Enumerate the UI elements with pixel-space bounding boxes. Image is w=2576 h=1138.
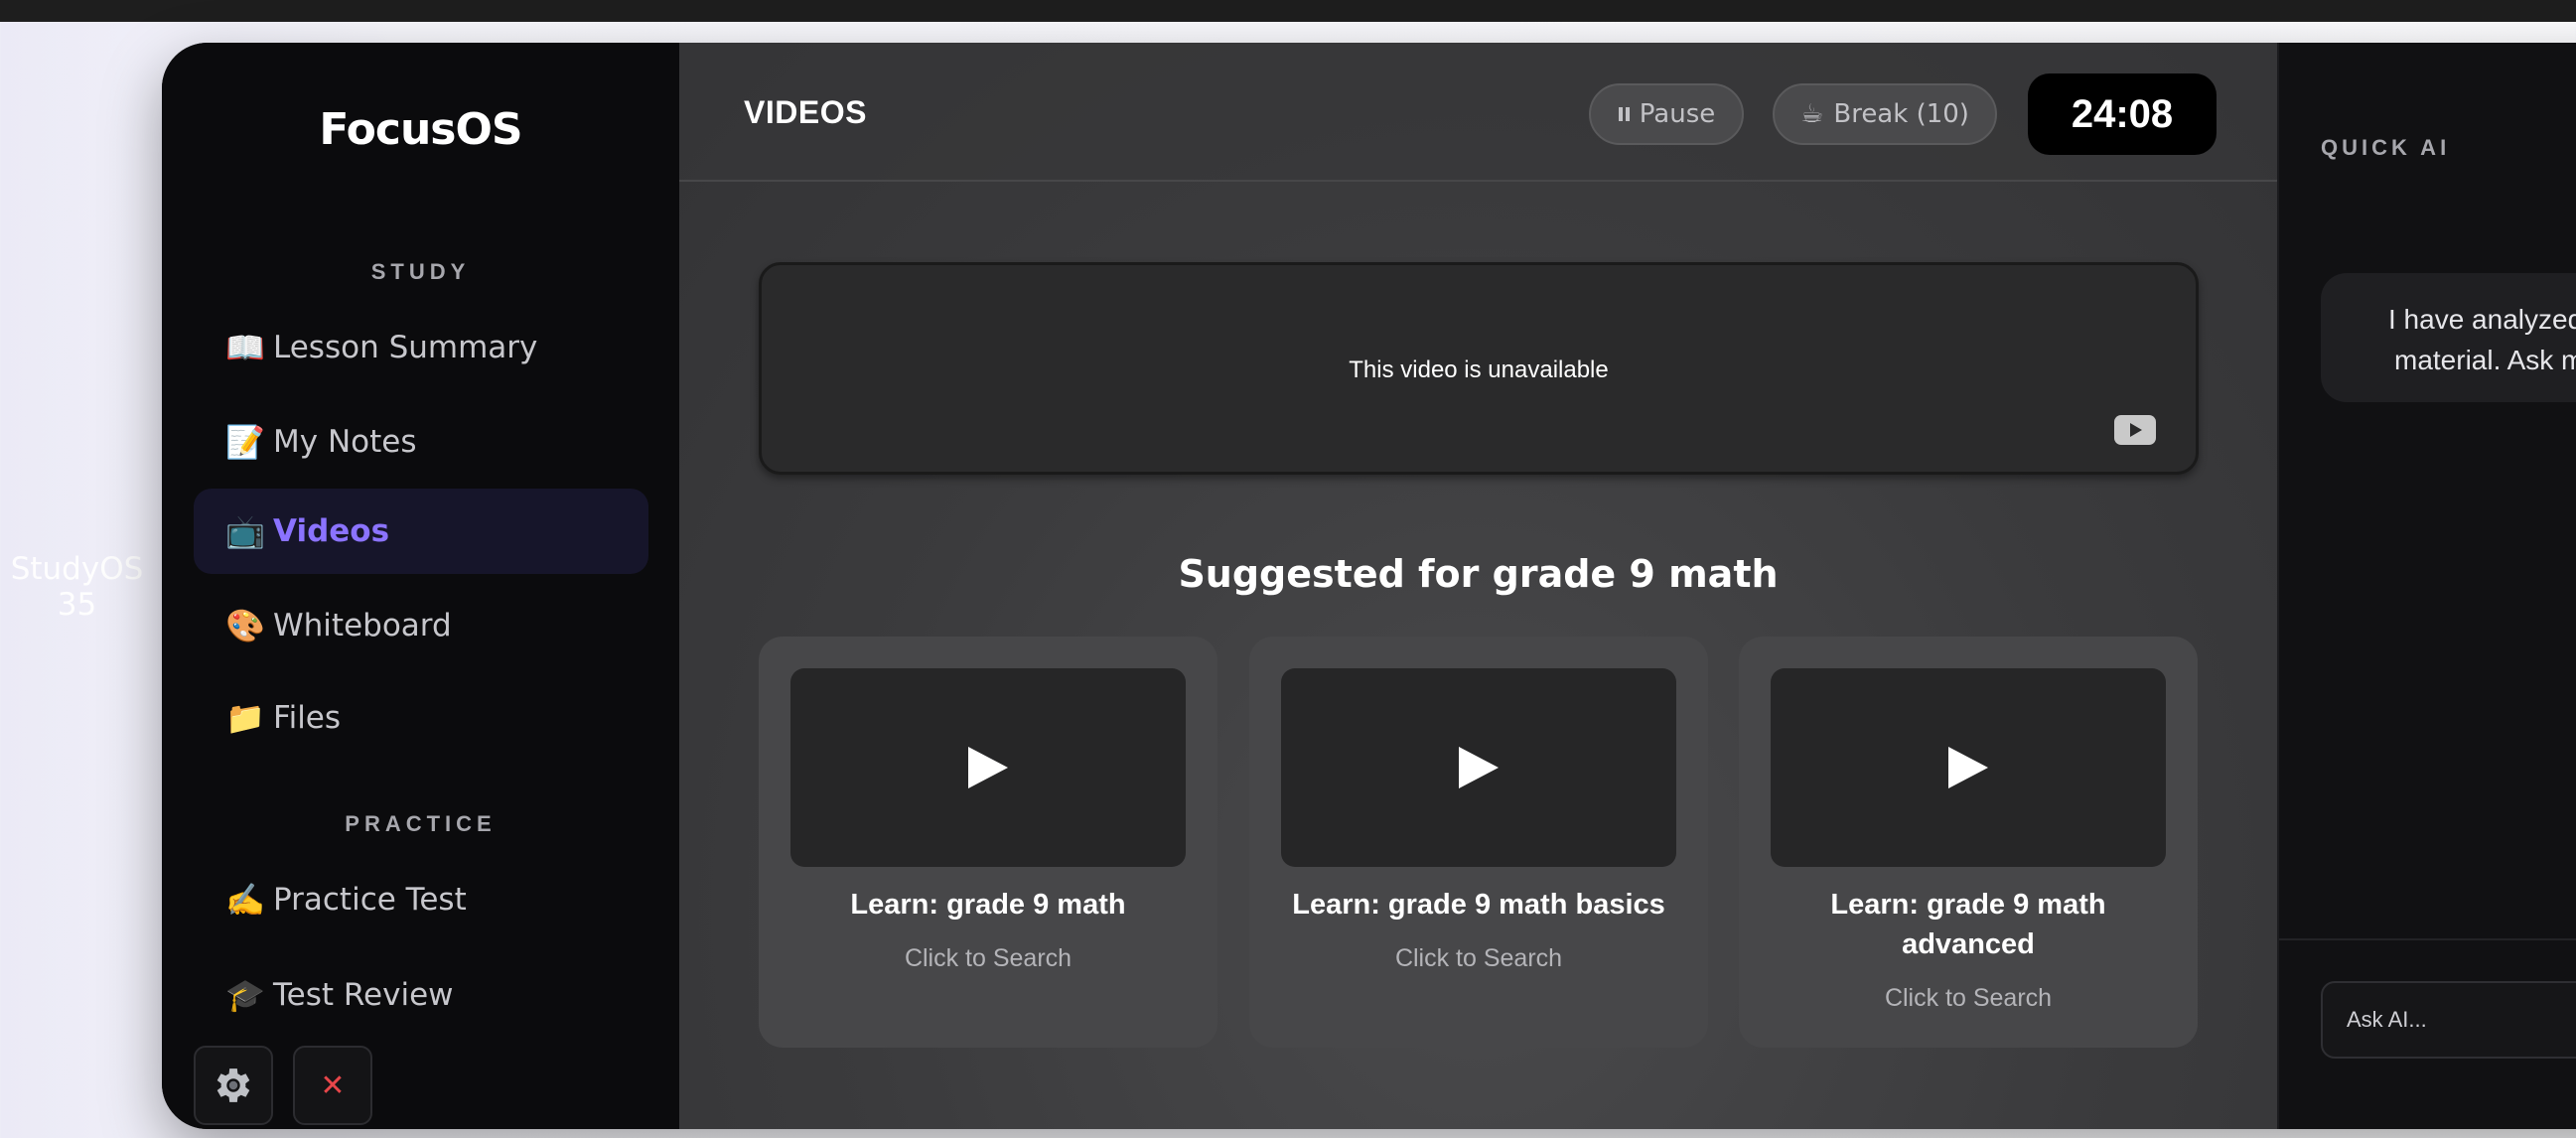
pause-icon [1618,107,1630,121]
palette-icon: 🎨 [225,607,265,644]
ai-message-bubble: I have analyzed material. Ask m [2321,273,2576,402]
sidebar-item-files[interactable]: 📁 Files [194,675,648,761]
video-unavailable-message: This video is unavailable [1349,356,1609,383]
settings-button[interactable] [194,1046,273,1125]
ask-ai-input[interactable] [2321,981,2576,1059]
app-window: FocusOS STUDY 📖 Lesson Summary 📝 My Note… [162,43,2576,1129]
background-label-line1: StudyOS [10,551,144,587]
sidebar-item-videos[interactable]: 📺 Videos [194,489,648,574]
section-label-practice: PRACTICE [345,811,497,836]
youtube-icon [2114,415,2156,445]
sidebar-item-label: Test Review [273,977,454,1013]
break-button[interactable]: ☕ Break (10) [1773,83,1997,145]
video-thumbnail[interactable] [1281,668,1676,867]
sidebar-item-practice-test[interactable]: ✍️ Practice Test [194,857,648,942]
page-title: VIDEOS [744,94,867,130]
folder-icon: 📁 [225,699,265,737]
play-icon [1459,747,1499,788]
sidebar-item-label: Practice Test [273,882,467,918]
ai-message-line2: material. Ask m [2394,345,2576,375]
gear-icon [216,1068,250,1102]
card-title: Learn: grade 9 math [850,889,1126,921]
video-thumbnail[interactable] [790,668,1186,867]
ai-message-line1: I have analyzed [2388,304,2576,335]
suggested-video-card[interactable]: Learn: grade 9 math advanced Click to Se… [1739,637,2198,1048]
video-thumbnail[interactable] [1771,668,2166,867]
card-subtitle: Click to Search [904,944,1073,972]
sidebar-item-whiteboard[interactable]: 🎨 Whiteboard [194,583,648,668]
card-subtitle: Click to Search [1884,984,2053,1012]
sidebar-item-lesson-summary[interactable]: 📖 Lesson Summary [194,305,648,390]
pause-label: Pause [1639,99,1716,129]
sidebar-item-label: Videos [273,513,390,549]
system-top-bar [0,0,2576,22]
section-label-study: STUDY [370,259,471,284]
writing-hand-icon: ✍️ [225,881,265,919]
suggested-video-card[interactable]: Learn: grade 9 math basics Click to Sear… [1249,637,1708,1048]
sidebar-item-test-review[interactable]: 🎓 Test Review [194,952,648,1038]
main-header: VIDEOS Pause ☕ Break (10) 24:08 [679,43,2277,182]
play-icon [1948,747,1988,788]
sidebar-item-label: Lesson Summary [273,330,538,365]
tv-icon: 📺 [225,512,265,550]
app-logo: FocusOS [319,104,522,155]
play-icon [968,747,1008,788]
suggested-video-card[interactable]: Learn: grade 9 math Click to Search [759,637,1217,1048]
break-label: Break (10) [1833,99,1969,129]
focus-timer: 24:08 [2028,73,2217,155]
book-icon: 📖 [225,329,265,366]
memo-icon: 📝 [225,423,265,461]
quick-ai-label: QUICK AI [2321,135,2451,160]
sidebar-item-label: Whiteboard [273,608,452,643]
main-content: VIDEOS Pause ☕ Break (10) 24:08 This vid… [679,43,2277,1129]
coffee-icon: ☕ [1800,99,1824,129]
quick-ai-panel: QUICK AI I have analyzed material. Ask m [2277,43,2576,1129]
panel-divider [2279,938,2576,940]
card-title: Learn: grade 9 math basics [1292,889,1665,921]
video-player[interactable]: This video is unavailable [759,262,2199,475]
suggestions-title: Suggested for grade 9 math [1178,552,1779,596]
card-title: Learn: grade 9 math advanced [1830,889,2106,960]
sidebar-item-my-notes[interactable]: 📝 My Notes [194,399,648,485]
background-label-line2: 35 [57,587,97,623]
close-icon: ✕ [320,1067,346,1103]
sidebar: FocusOS STUDY 📖 Lesson Summary 📝 My Note… [162,43,679,1129]
card-subtitle: Click to Search [1394,944,1563,972]
close-button[interactable]: ✕ [293,1046,372,1125]
sidebar-item-label: My Notes [273,424,417,460]
graduation-cap-icon: 🎓 [225,976,265,1014]
sidebar-item-label: Files [273,700,342,736]
background-app-label: StudyOS 35 [0,551,154,623]
pause-button[interactable]: Pause [1589,83,1744,145]
